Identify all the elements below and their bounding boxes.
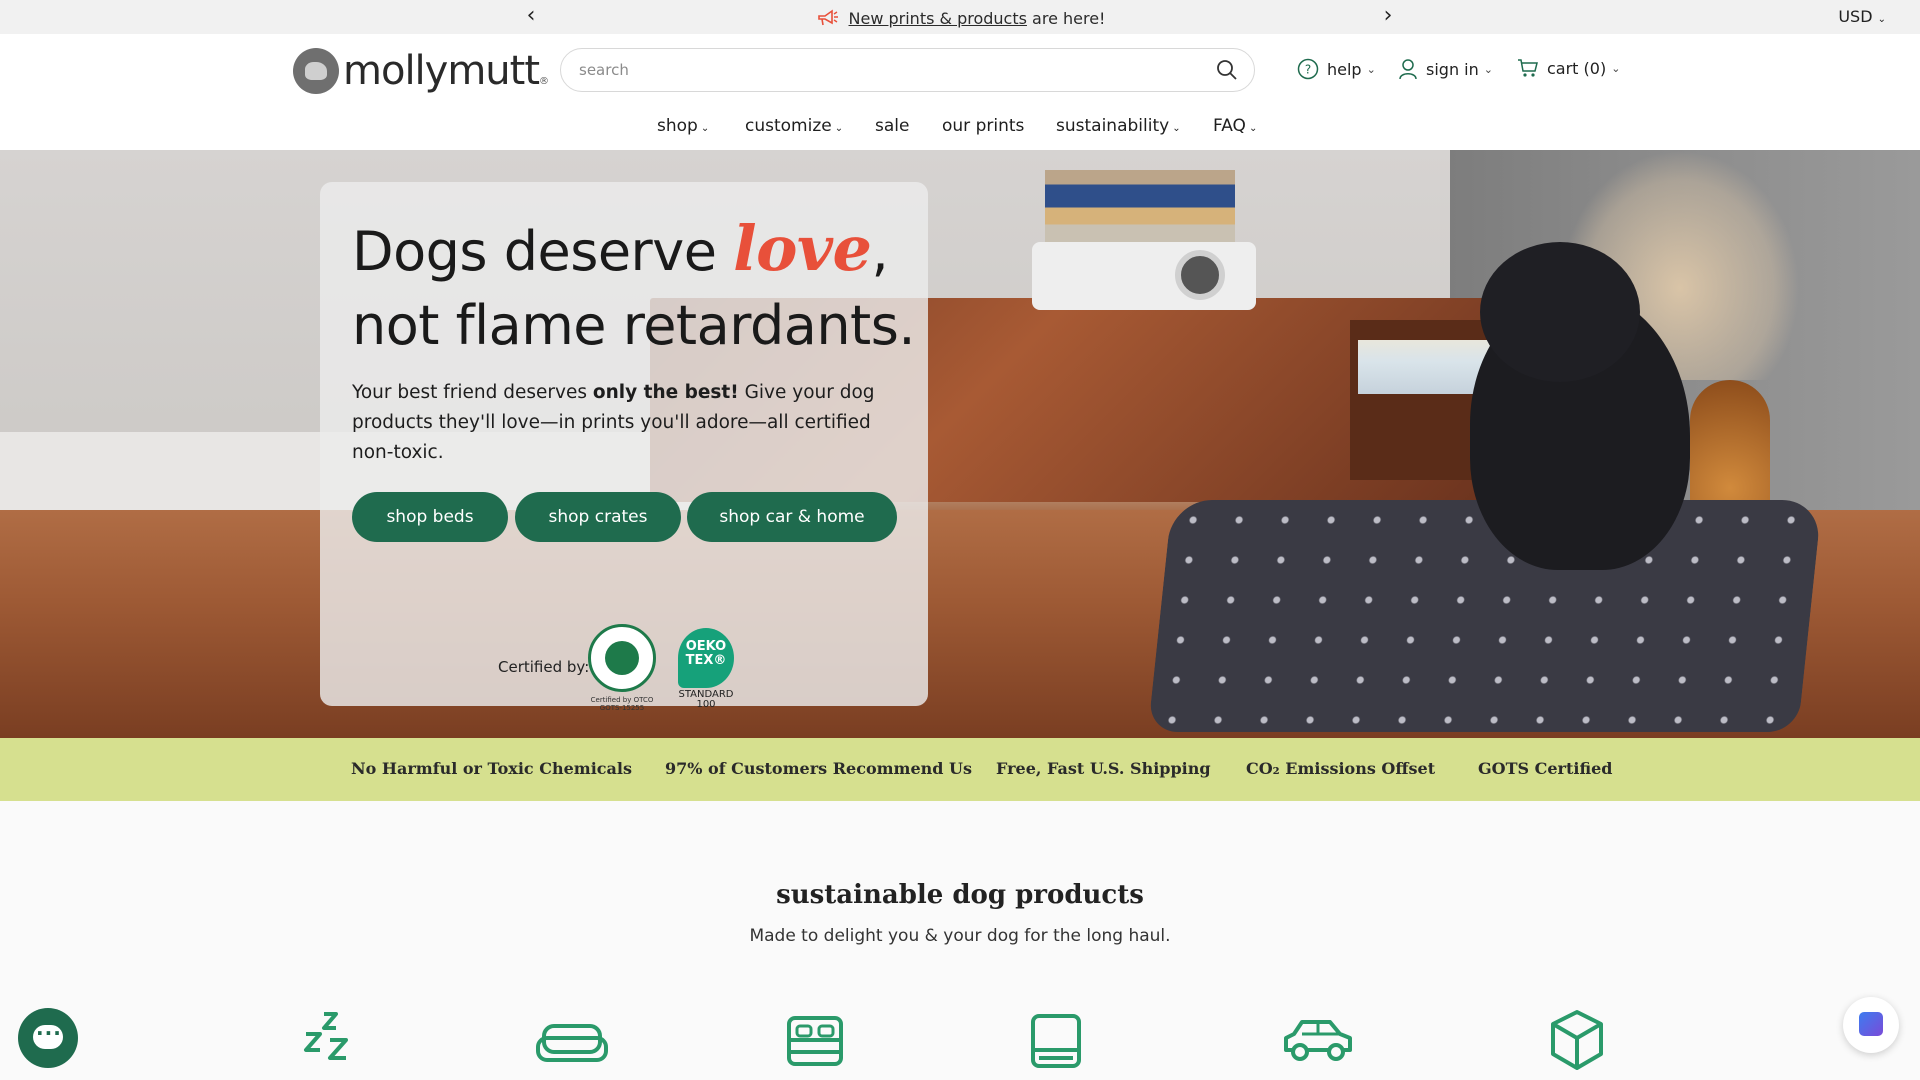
hero-photo-shelf-books (1358, 340, 1492, 394)
hero-title: Dogs deserve love, not flame retardants. (352, 212, 952, 363)
chevron-down-icon: ⌄ (1483, 62, 1493, 76)
chevron-down-icon: ⌄ (1172, 123, 1181, 134)
currency-selector[interactable]: USD ⌄ (1838, 7, 1886, 26)
hero-subtitle-bold: only the best! (592, 382, 739, 403)
nav-item-faq[interactable]: FAQ ⌄ (1213, 116, 1257, 136)
hero-photo-lens (1175, 250, 1225, 300)
hero-subtitle: Your best friend deserves only the best!… (352, 378, 892, 468)
help-label: help (1327, 59, 1362, 79)
nav-item-customize[interactable]: customize ⌄ (745, 116, 843, 136)
mat-icon[interactable] (1017, 1008, 1097, 1072)
logo-registered-mark: ® (539, 75, 550, 87)
chevron-down-icon: ⌄ (1248, 123, 1258, 134)
car-icon[interactable] (1278, 1008, 1358, 1072)
hero-card: Dogs deserve love, not flame retardants.… (320, 182, 928, 712)
shop-crates-button[interactable]: shop crates (515, 492, 681, 542)
user-icon (1399, 59, 1417, 80)
currency-label: USD (1838, 7, 1873, 26)
nav-item-shop[interactable]: shop ⌄ (657, 116, 709, 136)
search-input[interactable] (579, 57, 1179, 83)
help-menu[interactable]: ? help ⌄ (1297, 58, 1376, 80)
oeko-tex-caption: STANDARD 100 (678, 689, 734, 710)
dog-logo-icon (293, 48, 339, 94)
value-prop: GOTS Certified (1478, 759, 1613, 778)
announcement-link[interactable]: New prints & products (849, 9, 1027, 28)
certified-label: Certified by: (498, 658, 590, 676)
help-icon: ? (1297, 58, 1319, 80)
chevron-down-icon: ⌄ (1366, 62, 1376, 76)
megaphone-icon (817, 9, 838, 26)
chevron-down-icon: ⌄ (1611, 61, 1621, 75)
value-props-bar: No Harmful or Toxic Chemicals 97% of Cus… (0, 738, 1920, 801)
chat-button[interactable] (18, 1008, 78, 1068)
value-prop: CO₂ Emissions Offset (1246, 759, 1436, 778)
shop-beds-button[interactable]: shop beds (352, 492, 508, 542)
value-prop: Free, Fast U.S. Shipping (996, 759, 1211, 778)
sign-in-label: sign in (1426, 59, 1479, 79)
oeko-tex-badge: OEKO TEX® (678, 628, 734, 688)
nav-label: customize (745, 116, 832, 136)
section-title: sustainable dog products (776, 880, 1144, 910)
announcement-message: New prints & products are here! (0, 8, 1920, 28)
search-box (560, 48, 1255, 92)
shop-car-home-button[interactable]: shop car & home (687, 492, 897, 542)
nav-label: FAQ (1213, 116, 1246, 136)
nav-item-sustainability[interactable]: sustainability ⌄ (1056, 116, 1181, 136)
shop-app-badge[interactable] (1843, 997, 1899, 1053)
cart-menu[interactable]: cart (0) ⌄ (1517, 58, 1620, 78)
logo-wordmark: mollymutt (343, 48, 540, 94)
hero-photo-books (1045, 170, 1235, 242)
section-subtitle: Made to delight you & your dog for the l… (749, 926, 1171, 946)
chevron-down-icon: ⌄ (700, 123, 710, 134)
box-icon[interactable] (1537, 1008, 1617, 1072)
nav-item-sale[interactable]: sale (875, 116, 909, 136)
cart-icon (1518, 59, 1538, 77)
bed-icon[interactable] (775, 1008, 855, 1072)
svg-text:?: ? (1305, 63, 1311, 77)
search-icon[interactable] (1216, 59, 1238, 81)
site-header: mollymutt ® ? help ⌄ sign in ⌄ cart (0) ⌄ s… (0, 34, 1920, 150)
hero-photo-dog-head (1480, 242, 1640, 382)
chevron-down-icon: ⌄ (1877, 14, 1886, 25)
nav-label: sustainability (1056, 116, 1170, 136)
hero-title-text: Dogs deserve (352, 220, 734, 283)
hero-photo-dog-bed (1147, 500, 1823, 732)
nav-item-our-prints[interactable]: our prints (942, 116, 1024, 136)
gots-caption: Certified by OTCO GOTS-15255 (590, 696, 654, 712)
nav-label: our prints (942, 116, 1025, 136)
gots-badge-icon (588, 624, 656, 692)
announcement-bar: ‹ New prints & products are here! › USD … (0, 0, 1920, 34)
cart-label: cart (0) (1547, 58, 1607, 78)
value-prop: No Harmful or Toxic Chemicals (351, 759, 632, 778)
sofa-icon[interactable] (532, 1008, 612, 1072)
value-prop: 97% of Customers Recommend Us (665, 759, 972, 778)
sign-in-menu[interactable]: sign in ⌄ (1398, 58, 1493, 80)
hero-subtitle-text: Your best friend deserves (352, 382, 593, 403)
announcement-rest-text: are here! (1026, 9, 1106, 28)
main-nav: shop ⌄ customize ⌄ sale our prints sustain… (0, 116, 1920, 142)
announcement-next-arrow[interactable]: › (1376, 4, 1400, 28)
hero-title-love: love (733, 212, 872, 285)
shop-star-icon (1859, 1012, 1883, 1036)
logo[interactable]: mollymutt ® (293, 48, 549, 94)
nav-label: sale (875, 116, 910, 136)
chat-bubble-icon (33, 1021, 63, 1049)
sleep-zzz-icon[interactable] (292, 1008, 372, 1072)
chevron-down-icon: ⌄ (834, 123, 844, 134)
hero-banner: Dogs deserve love, not flame retardants.… (0, 150, 1920, 738)
nav-label: shop (657, 116, 698, 136)
